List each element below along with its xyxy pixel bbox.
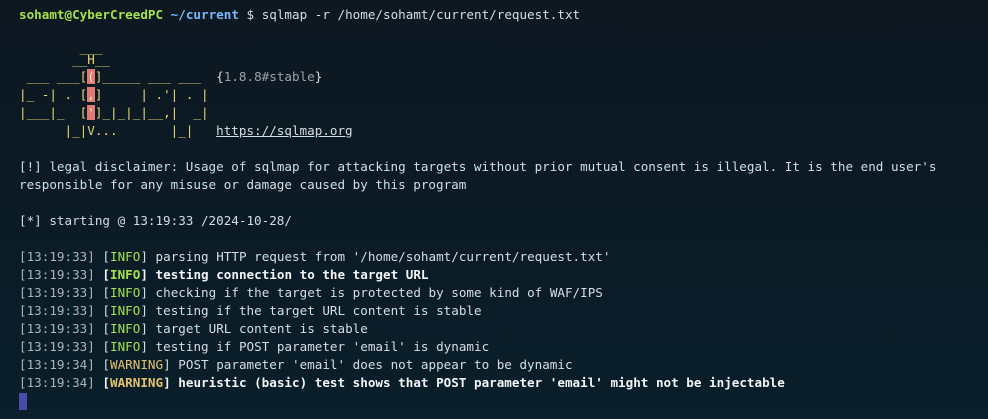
log-line: [13:19:33] [INFO] parsing HTTP request f…: [19, 248, 610, 266]
logo-seg: ]_____ ___ ___: [94, 69, 217, 84]
logo-seg: |___|_ [: [19, 105, 88, 120]
log-line: [13:19:33] [INFO] testing if POST parame…: [19, 338, 489, 356]
starting-line: [*] starting @ 13:19:33 /2024-10-28/: [19, 213, 292, 228]
log-level: [INFO]: [102, 267, 148, 282]
log-message: heuristic (basic) test shows that POST p…: [178, 375, 785, 390]
log-message: testing connection to the target URL: [155, 267, 429, 282]
log-message: testing if POST parameter 'email' is dyn…: [155, 339, 490, 354]
prompt-user-host: sohamt@CyberCreedPC: [19, 7, 164, 22]
log-timestamp: [13:19:33]: [19, 249, 95, 264]
prompt-symbol: $: [246, 7, 255, 22]
logo-seg: |_|V... |_|: [19, 123, 217, 138]
log-message: POST parameter 'email' does not appear t…: [178, 357, 573, 372]
log-timestamp: [13:19:33]: [19, 339, 95, 354]
log-message: parsing HTTP request from '/home/sohamt/…: [155, 249, 611, 264]
log-level: [WARNING]: [102, 357, 171, 372]
logo-seg: ]_|_|_|__,| _|: [94, 105, 209, 120]
version-label: {1.8.8#stable}: [216, 69, 323, 84]
log-message: checking if the target is protected by s…: [155, 285, 603, 300]
log-message: testing if the target URL content is sta…: [155, 303, 482, 318]
log-level: [INFO]: [102, 249, 148, 264]
log-timestamp: [13:19:34]: [19, 375, 95, 390]
log-line: [13:19:33] [INFO] testing connection to …: [19, 266, 429, 284]
command-text: sqlmap -r /home/sohamt/current/request.t…: [261, 7, 581, 22]
legal-disclaimer-line-2: responsible for any misuse or damage cau…: [19, 177, 467, 192]
log-line: [13:19:33] [INFO] testing if the target …: [19, 302, 482, 320]
logo-seg: ___ ___[: [19, 69, 88, 84]
log-line: [13:19:33] [INFO] checking if the target…: [19, 284, 603, 302]
sqlmap-logo-line-3: ___ ___[(]_____ ___ ___ {1.8.8#stable}: [19, 68, 322, 86]
prompt-path: ~/current: [170, 7, 239, 22]
log-level: [WARNING]: [102, 375, 171, 390]
log-timestamp: [13:19:33]: [19, 285, 95, 300]
log-line: [13:19:34] [WARNING] heuristic (basic) t…: [19, 374, 785, 392]
log-level: [INFO]: [102, 321, 148, 336]
log-line: [13:19:34] [WARNING] POST parameter 'ema…: [19, 356, 573, 374]
sqlmap-url-link[interactable]: https://sqlmap.org: [216, 123, 352, 138]
log-message: target URL content is stable: [155, 321, 368, 336]
sqlmap-logo-line-6: |_|V... |_| https://sqlmap.org: [19, 122, 352, 140]
sqlmap-logo-line-5: |___|_ [']_|_|_|__,| _|: [19, 104, 209, 122]
log-level: [INFO]: [102, 285, 148, 300]
log-timestamp: [13:19:33]: [19, 267, 95, 282]
logo-highlight: ,: [87, 87, 95, 102]
log-timestamp: [13:19:33]: [19, 303, 95, 318]
terminal-cursor[interactable]: [19, 393, 27, 410]
log-timestamp: [13:19:33]: [19, 321, 95, 336]
prompt-line: sohamt@CyberCreedPC ~/current $ sqlmap -…: [19, 6, 580, 24]
logo-highlight: (: [87, 69, 95, 84]
logo-seg: ] | .'| . |: [94, 87, 209, 102]
log-line: [13:19:33] [INFO] target URL content is …: [19, 320, 368, 338]
logo-seg: |_ -| . [: [19, 87, 88, 102]
sqlmap-logo-line-2: __H__: [19, 52, 110, 67]
log-level: [INFO]: [102, 303, 148, 318]
log-timestamp: [13:19:34]: [19, 357, 95, 372]
logo-highlight: ': [87, 105, 95, 120]
legal-disclaimer-line-1: [!] legal disclaimer: Usage of sqlmap fo…: [19, 159, 937, 174]
log-level: [INFO]: [102, 339, 148, 354]
sqlmap-logo-line-4: |_ -| . [,] | .'| . |: [19, 86, 209, 104]
